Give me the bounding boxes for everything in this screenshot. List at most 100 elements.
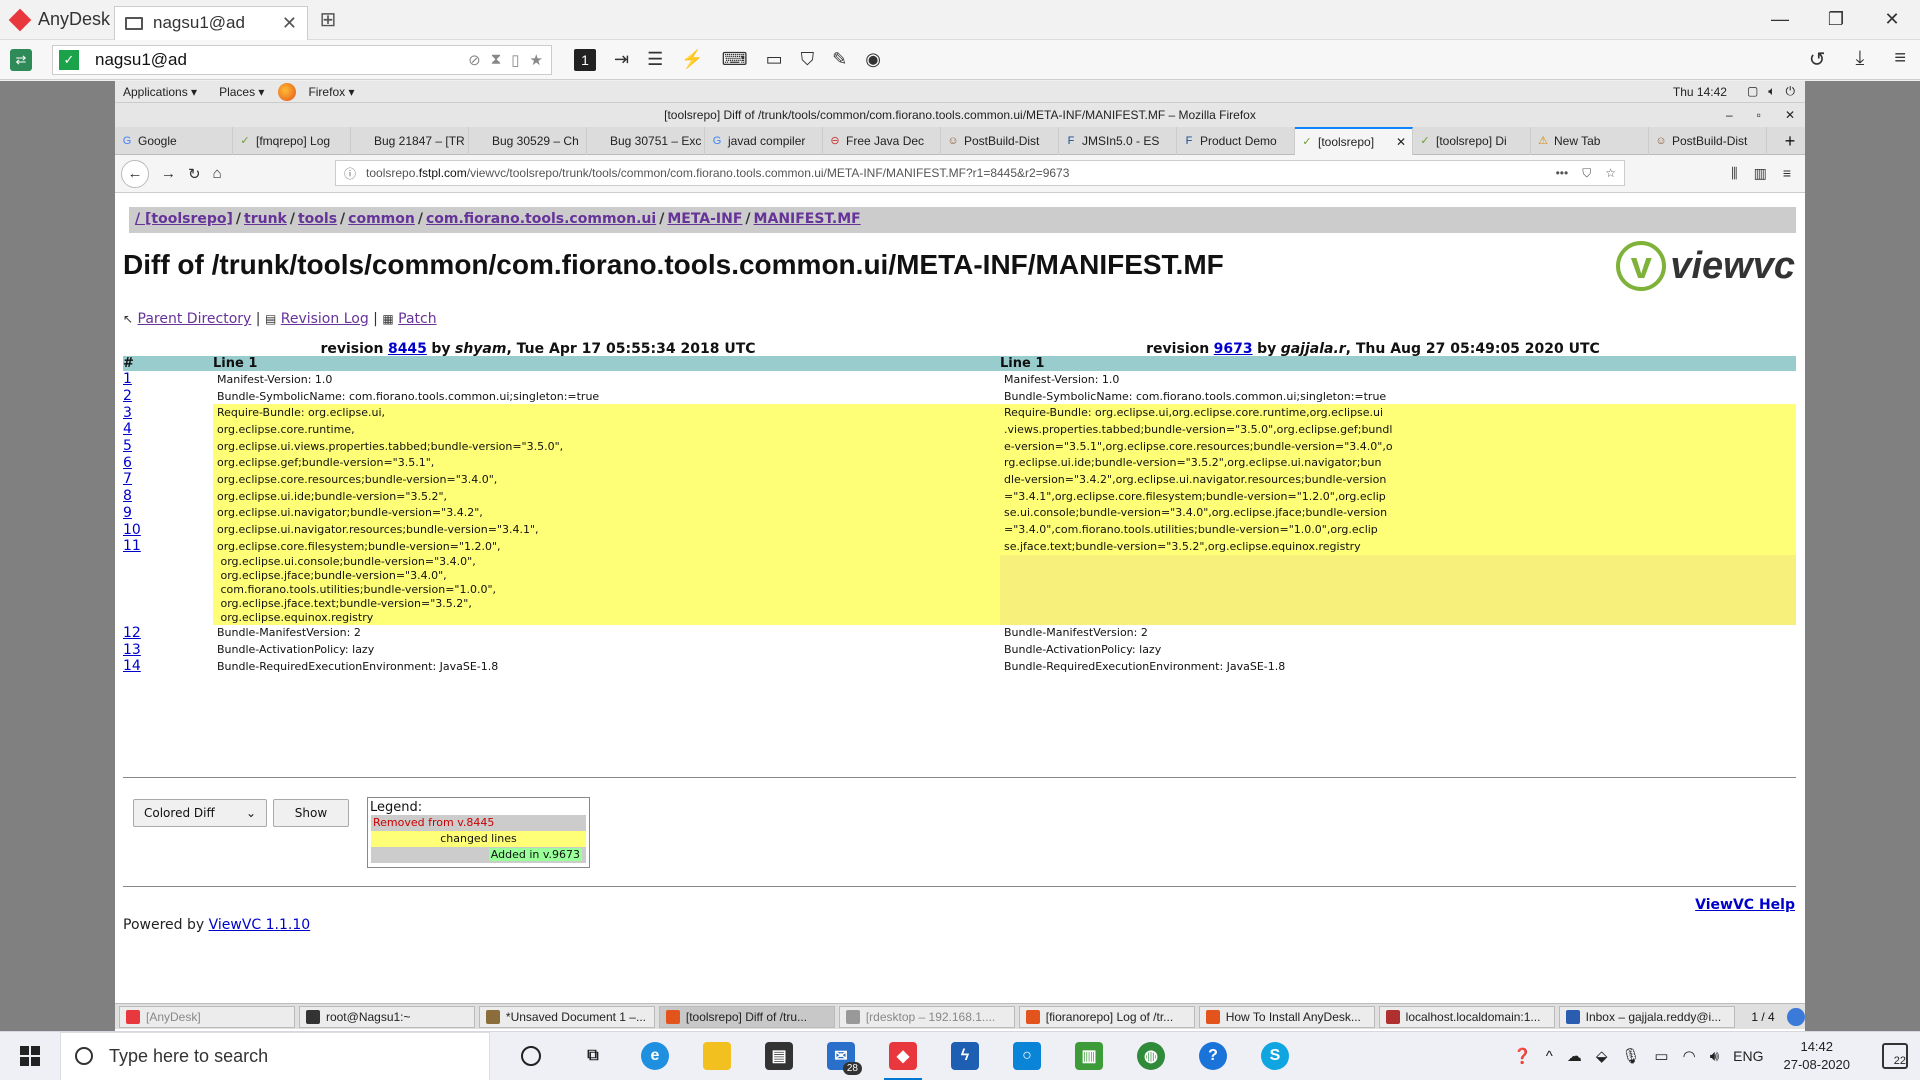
home-button[interactable]: ⌂ bbox=[213, 165, 222, 182]
new-tab-icon[interactable]: ⊞ bbox=[308, 7, 348, 32]
bookmark-star-icon[interactable]: ☆ bbox=[1605, 166, 1616, 181]
task-view-button[interactable]: ⧉ bbox=[562, 1032, 624, 1080]
chat-icon[interactable]: ☰ bbox=[647, 49, 663, 71]
patch-link[interactable]: Patch bbox=[398, 311, 436, 327]
microphone-icon[interactable]: 🎙︎ bbox=[1621, 1047, 1640, 1065]
firefox-tab[interactable]: Gjavad compiler bbox=[705, 127, 823, 155]
firefox-tab[interactable]: Bug 30751 – Exc bbox=[587, 127, 705, 155]
breadcrumb-link[interactable]: tools bbox=[298, 211, 337, 227]
ff-minimize-button[interactable]: – bbox=[1726, 103, 1733, 127]
globe-app[interactable]: ◍ bbox=[1120, 1032, 1182, 1080]
firefox-menu[interactable]: Firefox ▾ bbox=[308, 85, 354, 99]
store-app[interactable]: ▤ bbox=[748, 1032, 810, 1080]
ff-maximize-button[interactable]: ▫ bbox=[1757, 103, 1761, 127]
notification-center-icon[interactable]: 22 bbox=[1882, 1043, 1908, 1069]
firefox-tab[interactable]: ☺ PostBuild-Dist bbox=[941, 127, 1059, 155]
taskbar-clock[interactable]: 14:42 27-08-2020 bbox=[1784, 1038, 1851, 1074]
hourglass-icon[interactable]: ⧗ bbox=[491, 51, 502, 69]
places-menu[interactable]: Places ▾ bbox=[219, 85, 264, 99]
dropbox-icon[interactable]: ⬙ bbox=[1596, 1047, 1608, 1065]
record-icon[interactable]: ◉ bbox=[865, 49, 881, 71]
viewvc-help-link[interactable]: ViewVC Help bbox=[1695, 897, 1795, 913]
firefox-tab[interactable]: F JMSIn5.0 - ES bbox=[1059, 127, 1177, 155]
page-actions-icon[interactable]: ••• bbox=[1556, 166, 1569, 181]
breadcrumb-link[interactable]: MANIFEST.MF bbox=[754, 211, 861, 227]
breadcrumb-link[interactable]: trunk bbox=[244, 211, 287, 227]
help-tray-icon[interactable]: ❓ bbox=[1513, 1047, 1532, 1065]
remote-task-button[interactable]: [toolsrepo] Diff of /tru... bbox=[658, 1005, 835, 1028]
firefox-tab[interactable]: ☺ PostBuild-Dist bbox=[1649, 127, 1767, 155]
line-number-link[interactable]: 9 bbox=[123, 505, 132, 521]
line-number-link[interactable]: 13 bbox=[123, 642, 141, 658]
close-button[interactable]: ✕ bbox=[1864, 9, 1920, 30]
chevron-up-icon[interactable]: ^ bbox=[1546, 1048, 1553, 1065]
line-number-link[interactable]: 7 bbox=[123, 471, 132, 487]
battery-icon[interactable]: ▭ bbox=[1654, 1047, 1668, 1065]
pocket-icon[interactable]: ⛉ bbox=[1582, 166, 1591, 181]
firefox-tab[interactable]: G Google bbox=[115, 127, 233, 155]
help-app[interactable]: ? bbox=[1182, 1032, 1244, 1080]
skype-app[interactable]: S bbox=[1244, 1032, 1306, 1080]
line-number-link[interactable]: 5 bbox=[123, 438, 132, 454]
site-info-icon[interactable]: ⓘ bbox=[344, 165, 356, 182]
volume-icon[interactable]: 🔊︎ bbox=[1710, 1048, 1719, 1065]
rev-right-link[interactable]: 9673 bbox=[1214, 341, 1253, 357]
breadcrumb-link[interactable]: common bbox=[348, 211, 415, 227]
firefox-tab[interactable]: ⊖ Free Java Dec bbox=[823, 127, 941, 155]
display-number-button[interactable]: 1 bbox=[574, 48, 596, 71]
breadcrumb-link[interactable]: / [toolsrepo] bbox=[135, 211, 233, 227]
revision-log-link[interactable]: Revision Log bbox=[281, 311, 369, 327]
remote-task-button[interactable]: root@Nagsu1:~ bbox=[298, 1005, 475, 1028]
window-icon[interactable]: ▢ bbox=[1747, 84, 1758, 99]
firefox-tab[interactable]: ✓ [fmqrepo] Log bbox=[233, 127, 351, 155]
remote-task-button[interactable]: *Unsaved Document 1 –... bbox=[478, 1005, 655, 1028]
whiteboard-pen-icon[interactable]: ✎ bbox=[832, 49, 847, 71]
firefox-tab[interactable]: ✓ [toolsrepo] Di bbox=[1413, 127, 1531, 155]
firefox-tab[interactable]: Bug 21847 – [TR bbox=[351, 127, 469, 155]
url-bar[interactable]: ⓘ toolsrepo. fstpl.com/viewvc/toolsrepo/t… bbox=[335, 160, 1625, 186]
viewvc-logo[interactable]: v viewvc bbox=[1616, 241, 1795, 291]
taskbar-search[interactable]: Type here to search bbox=[60, 1031, 490, 1080]
viewvc-version-link[interactable]: ViewVC 1.1.10 bbox=[209, 917, 311, 933]
favorite-star-icon[interactable]: ★ bbox=[530, 51, 543, 69]
breadcrumb-link[interactable]: META-INF bbox=[667, 211, 742, 227]
menu-icon[interactable]: ≡ bbox=[1894, 47, 1906, 72]
back-button[interactable]: ← bbox=[121, 159, 149, 188]
no-screen-icon[interactable]: ⊘ bbox=[468, 51, 481, 69]
file-explorer-app[interactable] bbox=[686, 1032, 748, 1080]
line-number-link[interactable]: 4 bbox=[123, 421, 132, 437]
anydesk-session-tab[interactable]: nagsu1@ad ✕ bbox=[114, 5, 308, 40]
breadcrumb-link[interactable]: com.fiorano.tools.common.ui bbox=[426, 211, 656, 227]
permissions-shield-icon[interactable]: ⛉ bbox=[801, 49, 815, 71]
line-number-link[interactable]: 2 bbox=[123, 388, 132, 404]
ff-close-button[interactable]: ✕ bbox=[1785, 103, 1795, 127]
line-number-link[interactable]: 11 bbox=[123, 538, 141, 554]
new-tab-plus-icon[interactable]: + bbox=[1775, 127, 1805, 154]
line-number-link[interactable]: 1 bbox=[123, 371, 132, 387]
power-icon[interactable]: ⏻ bbox=[1786, 84, 1796, 99]
minimize-button[interactable]: — bbox=[1752, 9, 1808, 30]
spreadsheet-app[interactable]: ▥ bbox=[1058, 1032, 1120, 1080]
remote-task-button[interactable]: How To Install AnyDesk... bbox=[1198, 1005, 1375, 1028]
keyboard-icon[interactable]: ⌨ bbox=[722, 49, 748, 71]
workspace-pager[interactable]: 1 / 4 bbox=[1741, 1010, 1786, 1024]
volume-icon[interactable]: 🔈︎ bbox=[1768, 84, 1775, 99]
download-icon[interactable]: ⤓ bbox=[1855, 47, 1864, 72]
edge-app[interactable]: e bbox=[624, 1032, 686, 1080]
hamburger-menu-icon[interactable]: ≡ bbox=[1783, 165, 1791, 182]
line-number-link[interactable]: 6 bbox=[123, 455, 132, 471]
firefox-tab[interactable]: ⚠ New Tab bbox=[1531, 127, 1649, 155]
applications-menu[interactable]: Applications ▾ bbox=[123, 85, 197, 99]
close-tab-icon[interactable]: ✕ bbox=[282, 13, 297, 34]
history-icon[interactable]: ↺ bbox=[1809, 47, 1826, 72]
remote-task-button[interactable]: localhost.localdomain:1... bbox=[1378, 1005, 1555, 1028]
onedrive-icon[interactable]: ☁ bbox=[1567, 1047, 1582, 1065]
line-number-link[interactable]: 12 bbox=[123, 625, 141, 641]
clipboard-icon[interactable]: ▯ bbox=[511, 51, 519, 69]
remote-task-button[interactable]: [rdesktop – 192.168.1.... bbox=[838, 1005, 1015, 1028]
language-indicator[interactable]: ENG bbox=[1733, 1048, 1763, 1064]
restore-button[interactable]: ❐ bbox=[1808, 9, 1864, 30]
circle-app[interactable]: ○ bbox=[996, 1032, 1058, 1080]
reload-button[interactable]: ↻ bbox=[188, 165, 201, 183]
line-number-link[interactable]: 8 bbox=[123, 488, 132, 504]
